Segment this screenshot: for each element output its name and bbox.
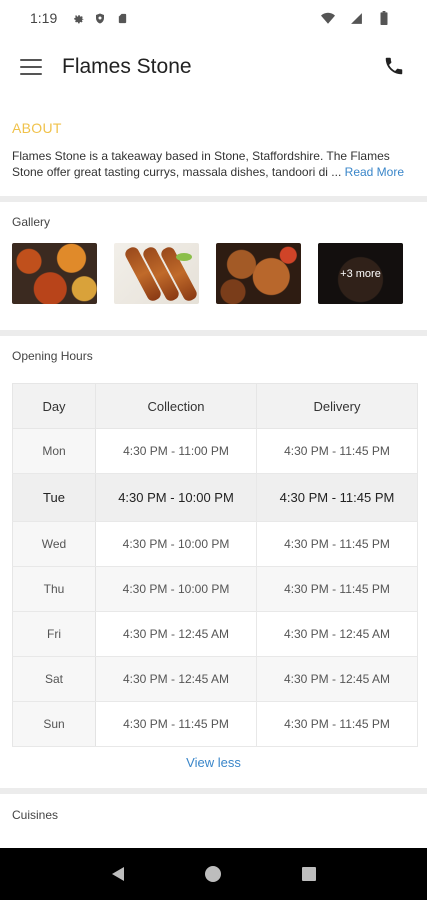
row-delivery-hours: 4:30 PM - 12:45 AM	[256, 656, 418, 702]
column-header-collection: Collection	[95, 383, 257, 429]
row-delivery-hours: 4:30 PM - 11:45 PM	[256, 521, 418, 567]
opening-hours-table: Day Collection Delivery Mon 4:30 PM - 11…	[12, 383, 418, 747]
row-collection-hours: 4:30 PM - 11:00 PM	[95, 428, 257, 474]
row-day: Fri	[12, 611, 96, 657]
row-day: Sun	[12, 701, 96, 747]
row-day: Tue	[12, 473, 96, 522]
recents-icon[interactable]	[298, 863, 320, 885]
row-collection-hours: 4:30 PM - 10:00 PM	[95, 473, 257, 522]
gallery-image-curries[interactable]	[12, 243, 97, 304]
gallery-image-skewers[interactable]	[114, 243, 199, 304]
row-delivery-hours: 4:30 PM - 11:45 PM	[256, 473, 418, 522]
phone-icon[interactable]	[383, 55, 407, 79]
wifi-icon	[321, 11, 335, 25]
table-row: Fri 4:30 PM - 12:45 AM 4:30 PM - 12:45 A…	[12, 611, 418, 657]
row-delivery-hours: 4:30 PM - 11:45 PM	[256, 701, 418, 747]
table-row: Sat 4:30 PM - 12:45 AM 4:30 PM - 12:45 A…	[12, 656, 418, 702]
row-day: Thu	[12, 566, 96, 612]
table-row: Mon 4:30 PM - 11:00 PM 4:30 PM - 11:45 P…	[12, 428, 418, 474]
cuisines-label: Cuisines	[12, 808, 59, 822]
column-header-day: Day	[12, 383, 96, 429]
table-row: Sun 4:30 PM - 11:45 PM 4:30 PM - 11:45 P…	[12, 701, 418, 747]
about-description: Flames Stone is a takeaway based in Ston…	[12, 148, 415, 180]
system-nav-bar	[0, 848, 427, 900]
gallery-more-label: +3 more	[318, 243, 403, 304]
about-heading: ABOUT	[12, 120, 62, 136]
row-day: Mon	[12, 428, 96, 474]
about-ellipsis: ...	[331, 165, 342, 179]
home-icon[interactable]	[202, 863, 224, 885]
row-delivery-hours: 4:30 PM - 11:45 PM	[256, 566, 418, 612]
hamburger-icon[interactable]	[20, 56, 42, 78]
status-time: 1:19	[30, 10, 58, 26]
row-collection-hours: 4:30 PM - 11:45 PM	[95, 701, 257, 747]
row-collection-hours: 4:30 PM - 12:45 AM	[95, 611, 257, 657]
page-title: Flames Stone	[62, 55, 192, 78]
sd-card-icon	[115, 11, 129, 25]
opening-hours-section: Opening Hours Day Collection Delivery Mo…	[0, 336, 427, 786]
battery-icon	[377, 11, 391, 25]
back-icon[interactable]	[107, 863, 129, 885]
gallery-section: Gallery +3 more	[0, 202, 427, 330]
shield-icon	[93, 11, 107, 25]
view-less-link[interactable]: View less	[0, 755, 427, 770]
table-row: Wed 4:30 PM - 10:00 PM 4:30 PM - 11:45 P…	[12, 521, 418, 567]
app-bar: Flames Stone	[0, 36, 427, 98]
status-bar: 1:19	[0, 0, 427, 36]
cuisines-section: Cuisines	[0, 794, 427, 848]
row-collection-hours: 4:30 PM - 10:00 PM	[95, 566, 257, 612]
row-collection-hours: 4:30 PM - 10:00 PM	[95, 521, 257, 567]
column-header-delivery: Delivery	[256, 383, 418, 429]
gallery-more-button[interactable]: +3 more	[318, 243, 403, 304]
table-row: Thu 4:30 PM - 10:00 PM 4:30 PM - 11:45 P…	[12, 566, 418, 612]
row-delivery-hours: 4:30 PM - 12:45 AM	[256, 611, 418, 657]
gear-icon	[71, 11, 85, 25]
read-more-link[interactable]: Read More	[345, 165, 404, 179]
gallery-label: Gallery	[12, 215, 51, 229]
row-day: Sat	[12, 656, 96, 702]
table-row-today: Tue 4:30 PM - 10:00 PM 4:30 PM - 11:45 P…	[12, 473, 418, 522]
gallery-image-grill[interactable]	[216, 243, 301, 304]
row-collection-hours: 4:30 PM - 12:45 AM	[95, 656, 257, 702]
row-day: Wed	[12, 521, 96, 567]
about-section: ABOUT Flames Stone is a takeaway based i…	[0, 98, 427, 196]
opening-hours-label: Opening Hours	[12, 349, 93, 363]
row-delivery-hours: 4:30 PM - 11:45 PM	[256, 428, 418, 474]
signal-icon	[349, 11, 363, 25]
table-header-row: Day Collection Delivery	[12, 383, 418, 429]
